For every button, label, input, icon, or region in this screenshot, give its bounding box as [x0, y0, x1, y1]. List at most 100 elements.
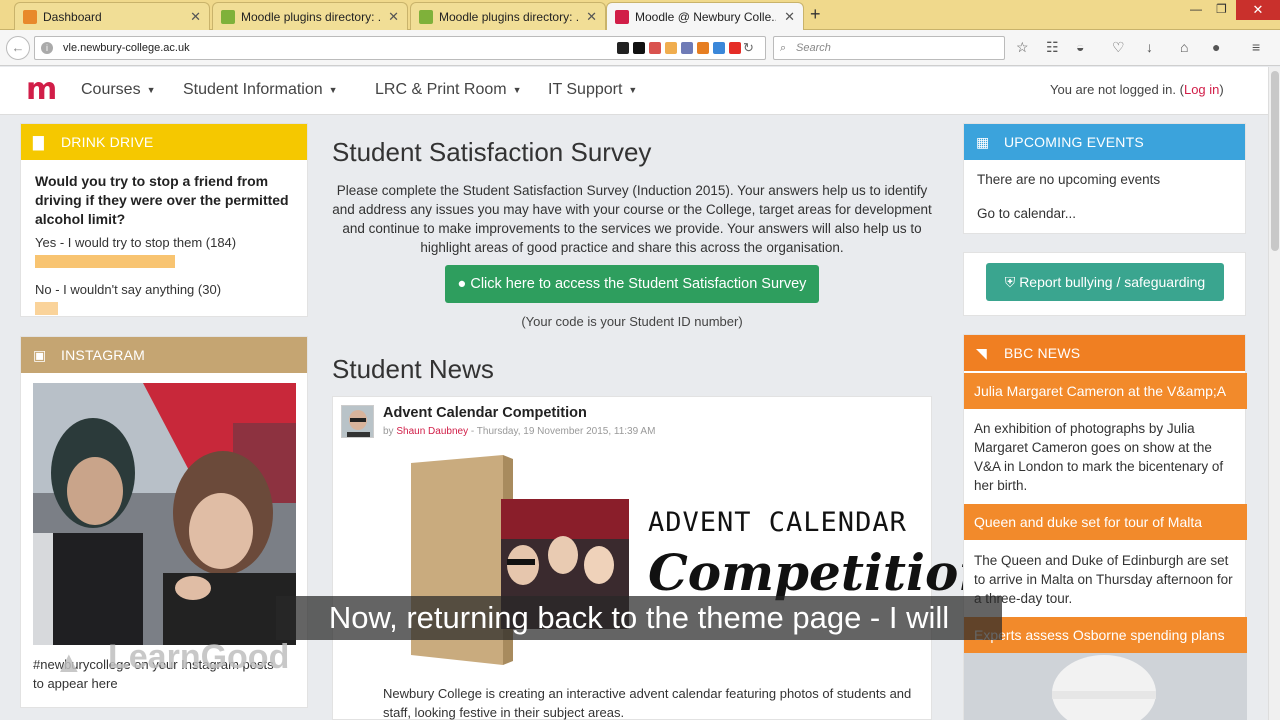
moodle-plugins-icon: [221, 9, 235, 24]
caret-down-icon: ▼: [328, 84, 338, 95]
menu-lrc-print-room[interactable]: LRC & Print Room ▼: [375, 81, 522, 99]
page-scrollbar[interactable]: [1268, 67, 1280, 720]
report-bullying-button[interactable]: ⛨ Report bullying / safeguarding: [986, 263, 1224, 301]
browser-toolbar: ← i vle.newbury-college.ac.uk ↻ ⌕ Search…: [0, 30, 1280, 66]
minimize-icon[interactable]: —: [1190, 2, 1202, 16]
reload-icon[interactable]: ↻: [743, 37, 754, 59]
search-icon: ⌕: [780, 42, 787, 54]
youtube-icon[interactable]: [729, 42, 741, 54]
window-close-icon[interactable]: ✕: [1236, 0, 1280, 20]
survey-code-note: (Your code is your Student ID number): [521, 314, 743, 329]
menu-it-support[interactable]: IT Support ▼: [548, 81, 637, 99]
bbc-headline-1[interactable]: Julia Margaret Cameron at the V&amp;A: [964, 373, 1247, 409]
poll-bar-no: [35, 302, 58, 315]
mask-icon[interactable]: ◒: [1076, 39, 1084, 55]
poll-option-no: No - I wouldn't say anything (30): [35, 282, 222, 297]
rss-icon: ◥: [976, 345, 987, 361]
news-post-body: Newbury College is creating an interacti…: [383, 686, 912, 720]
caret-down-icon: ▼: [512, 84, 522, 95]
author-link[interactable]: Shaun Daubney: [396, 426, 468, 437]
download-icon[interactable]: ↓: [1146, 39, 1153, 55]
moodle-logo[interactable]: m: [26, 75, 57, 105]
tab-plugins-2[interactable]: Moodle plugins directory: ... ✕: [410, 2, 606, 30]
shield-icon: ⛨: [1004, 274, 1016, 290]
menu-student-information[interactable]: Student Information ▼: [183, 81, 338, 99]
news-post-title[interactable]: Advent Calendar Competition: [383, 405, 587, 421]
chat-bubble-icon: ●: [457, 276, 467, 292]
tab-dashboard[interactable]: Dashboard ✕: [14, 2, 210, 30]
restore-icon[interactable]: ❐: [1216, 2, 1227, 16]
graduation-cap-icon: ▲: [54, 646, 84, 679]
flag-icon[interactable]: [633, 42, 645, 54]
poll-option-yes: Yes - I would try to stop them (184): [35, 235, 237, 250]
moodle-plugins-icon: [419, 9, 433, 24]
advent-heading: ADVENT CALENDAR: [648, 507, 907, 538]
news-section-title: Student News: [332, 354, 494, 384]
bbc-headline-2[interactable]: Queen and duke set for tour of Malta: [964, 504, 1247, 540]
chat-icon[interactable]: ●: [1212, 39, 1220, 55]
close-tab-icon[interactable]: ✕: [190, 9, 201, 25]
no-events-text: There are no upcoming events: [977, 172, 1161, 187]
bbc-desc-2: The Queen and Duke of Edinburgh are set …: [974, 553, 1233, 606]
tab-plugins-1[interactable]: Moodle plugins directory: ... ✕: [212, 2, 408, 30]
moodle-hat-icon: [23, 9, 37, 24]
close-tab-icon[interactable]: ✕: [388, 9, 399, 25]
bar-chart-icon: ▇: [33, 134, 44, 150]
reading-list-icon[interactable]: ☷: [1046, 39, 1059, 56]
scrollbar-thumb[interactable]: [1271, 71, 1279, 251]
go-to-calendar-link[interactable]: Go to calendar...: [977, 206, 1076, 221]
advent-script: Competition: [648, 543, 995, 602]
author-avatar[interactable]: [341, 405, 374, 438]
learngood-watermark: ▲ LearnGood: [48, 628, 308, 686]
news-post-byline: by Shaun Daubney - Thursday, 19 November…: [383, 426, 656, 437]
upcoming-events-block: ▦ UPCOMING EVENTS There are no upcoming …: [963, 123, 1246, 234]
bookmark-star-icon[interactable]: ☆: [1016, 39, 1029, 56]
font-icon[interactable]: [649, 42, 661, 54]
color-picker-icon[interactable]: [697, 42, 709, 54]
new-tab-button[interactable]: +: [810, 4, 821, 25]
site-info-icon[interactable]: i: [41, 42, 53, 54]
news-post: Advent Calendar Competition by Shaun Dau…: [332, 396, 995, 720]
home-icon[interactable]: ⌂: [1180, 39, 1188, 55]
instagram-header: ▣ INSTAGRAM: [21, 337, 307, 373]
close-tab-icon[interactable]: ✕: [586, 9, 597, 25]
survey-button[interactable]: ● Click here to access the Student Satis…: [445, 265, 819, 303]
menu-courses[interactable]: Courses ▼: [81, 81, 156, 99]
moodle-ext-icon[interactable]: [665, 42, 677, 54]
login-link[interactable]: Log in: [1184, 82, 1219, 97]
drink-drive-header: ▇ DRINK DRIVE: [21, 124, 307, 160]
survey-title: Student Satisfaction Survey: [332, 137, 652, 167]
url-text: vle.newbury-college.ac.uk: [63, 42, 190, 54]
calendar-icon: ▦: [976, 134, 990, 150]
caret-down-icon: ▼: [146, 84, 156, 95]
browser-tab-bar: Dashboard ✕ Moodle plugins directory: ..…: [0, 0, 1280, 31]
poll-question: Would you try to stop a friend from driv…: [35, 173, 289, 227]
close-tab-icon[interactable]: ✕: [784, 9, 795, 25]
login-info: You are not logged in. (Log in): [1050, 82, 1224, 97]
bbc-headline-3[interactable]: Experts assess Osborne spending plans: [964, 617, 1247, 653]
php-icon[interactable]: [681, 42, 693, 54]
url-bar[interactable]: i vle.newbury-college.ac.uk ↻: [34, 36, 766, 60]
video-subtitle: Now, returning back to the theme page - …: [276, 596, 1002, 640]
menu-icon[interactable]: ≡: [1252, 39, 1260, 55]
pocket-icon[interactable]: ♡: [1112, 39, 1125, 56]
caret-down-icon: ▼: [628, 84, 638, 95]
drink-drive-block: ▇ DRINK DRIVE Would you try to stop a fr…: [20, 123, 308, 317]
back-arrow-icon[interactable]: ←: [6, 36, 30, 60]
instagram-photo[interactable]: [33, 383, 296, 645]
survey-text: Please complete the Student Satisfaction…: [332, 183, 932, 255]
bbc-news-image[interactable]: [964, 653, 1247, 720]
feather-icon[interactable]: [617, 42, 629, 54]
bullying-block: ⛨ Report bullying / safeguarding: [963, 252, 1246, 316]
site-header: m Courses ▼ Student Information ▼ LRC & Pr…: [0, 67, 1268, 115]
moodle-m-icon: [615, 10, 629, 24]
search-input[interactable]: ⌕ Search: [773, 36, 1005, 60]
tab-newbury-moodle[interactable]: Moodle @ Newbury Colle... ✕: [606, 2, 804, 31]
bbc-news-block: ◥ BBC NEWS Julia Margaret Cameron at the…: [963, 334, 1247, 720]
instagram-icon: ▣: [33, 347, 47, 363]
upcoming-events-header: ▦ UPCOMING EVENTS: [964, 124, 1245, 160]
windows-icon[interactable]: [713, 42, 725, 54]
bbc-desc-1: An exhibition of photographs by Julia Ma…: [974, 421, 1224, 493]
poll-bar-yes: [35, 255, 175, 268]
bbc-news-header: ◥ BBC NEWS: [964, 335, 1245, 371]
